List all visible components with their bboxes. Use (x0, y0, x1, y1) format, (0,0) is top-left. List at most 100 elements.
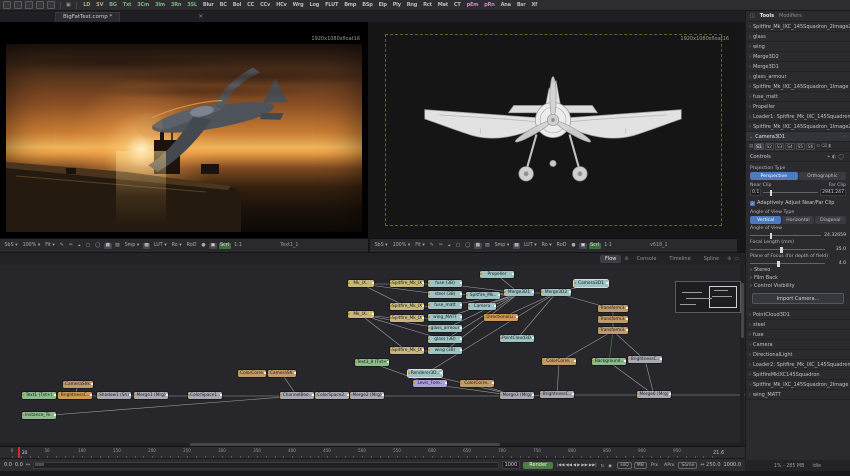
toggle-aprx[interactable]: APrx (662, 463, 676, 468)
global-end-field[interactable]: 1000.0 (724, 462, 742, 468)
focal-slider[interactable] (750, 249, 825, 250)
controls-tab-icons[interactable]: ⌖◐◯ (827, 154, 846, 160)
flow-node-colorcorre-[interactable]: ColorCorre.. (238, 370, 266, 377)
version-s1[interactable]: S1 (754, 143, 763, 150)
window-icon[interactable] (14, 1, 22, 9)
viewer-tool[interactable]: Ro ▾ (170, 243, 183, 249)
diagonal-button[interactable]: Diagonal (815, 216, 846, 224)
toolbar-tool-bmp[interactable]: Bmp (343, 2, 358, 8)
flow-node-camera3d1[interactable]: Camera3D1 (574, 280, 608, 287)
flow-node-merge2-mrg-[interactable]: Merge2 (Mrg) (350, 392, 384, 399)
viewer-tool[interactable]: RoD (185, 243, 198, 249)
header-icon[interactable]: ⌫ (821, 144, 827, 149)
tool-row-propeller[interactable]: ›Propeller (746, 102, 850, 112)
viewer-tool[interactable]: RoD (555, 243, 568, 249)
viewer-tool[interactable]: SbS ▾ (3, 243, 19, 249)
toolbar-tool-flut[interactable]: FLUT (324, 2, 340, 8)
viewer-tool[interactable]: 100% ▾ (21, 243, 42, 249)
window-icon[interactable] (3, 1, 11, 9)
toggle-prx[interactable]: Prx (649, 463, 660, 468)
section-stereo[interactable]: ›Stereo (750, 266, 846, 274)
viewer-tool[interactable]: ✑ (437, 243, 444, 249)
flow-node-instance-te-[interactable]: Instance_Te.. (22, 412, 56, 419)
version-s6[interactable]: S6 (806, 143, 815, 150)
flow-node-mk-ix-[interactable]: Mk_IX.. (348, 311, 374, 318)
header-icon[interactable]: ▮ (828, 144, 830, 149)
clip-slider[interactable] (763, 192, 818, 193)
toolbar-tool-bg[interactable]: BG (108, 2, 119, 8)
render-start-field[interactable]: 0.0 (15, 462, 23, 468)
toolbar-tool-xf[interactable]: Xf (530, 2, 539, 8)
orthographic-button[interactable]: Orthographic (799, 172, 847, 180)
flow-node-wing-3b-[interactable]: wing (3B) (428, 347, 462, 354)
tab-close-icon[interactable]: × (198, 13, 203, 20)
tool-row-wing-matt[interactable]: ›wing_MATT (746, 390, 850, 400)
toolbar-tool-ld[interactable]: LD (82, 2, 92, 8)
pof-slider[interactable] (750, 263, 825, 264)
viewer-tool[interactable]: Ro ▾ (540, 243, 553, 249)
far-clip-input[interactable]: 2941.247 (820, 189, 846, 196)
flow-node-transform3-[interactable]: Transform3.. (598, 327, 628, 334)
timeline-scrollbar[interactable] (33, 462, 498, 469)
tool-row-fuse-matt[interactable]: ›fuse_matt (746, 92, 850, 102)
toolbar-tool-ply[interactable]: Ply (391, 2, 402, 8)
tool-row-spitfire-mk-ixc-145squadron-1image[interactable]: ›Spitfire_Mk_IXC_145Squadron_1Image (746, 82, 850, 92)
viewer-tool[interactable]: ▣ (579, 243, 587, 249)
pof-value[interactable]: 4.0 (828, 261, 846, 266)
lock-icon[interactable]: ▣ (66, 2, 71, 8)
tool-row-steel[interactable]: ›steel (746, 320, 850, 330)
flow-node-colorspace2-[interactable]: ColorSpace2.. (315, 392, 349, 399)
flow-node-brightnessc-[interactable]: BrightnessC.. (540, 391, 574, 398)
tool-row-spitfire-mk-ixc-145squadron-2image[interactable]: ›Spitfire_Mk_IXC_145Squadron_2Image (746, 380, 850, 390)
workspace-tab-flow[interactable]: Flow (600, 255, 621, 263)
flow-node-fuse-matt[interactable]: fuse_matt (428, 302, 462, 309)
adaptive-clip-checkbox[interactable]: ✓ Adaptively Adjust Near/Far Clip (750, 200, 846, 206)
tool-row-directionallight[interactable]: ›DirectionalLight (746, 350, 850, 360)
viewer-left[interactable]: 1920x1080sfloat16 (0, 22, 368, 238)
viewer-tool[interactable]: ✑ (67, 243, 74, 249)
flow-node-glass-3b-[interactable]: glass (3B) (428, 336, 462, 343)
section-control-visibility[interactable]: ›Control Visibility (750, 282, 846, 290)
viewer-tool[interactable]: Fit ▾ (414, 243, 427, 249)
flow-node-fuse-3b-[interactable]: fuse (3B) (428, 280, 462, 287)
flow-node-channelboo-[interactable]: ChannelBoo.. (280, 392, 314, 399)
flow-node-spitfire-mk-ix-[interactable]: Spitfire_Mk_IX.. (390, 303, 424, 310)
aov-value[interactable]: 24.32659 (824, 233, 846, 238)
tool-row-camera[interactable]: ›Camera (746, 340, 850, 350)
tool-row-merge3d2[interactable]: ›Merge3D2 (746, 52, 850, 62)
controls-tab-row[interactable]: Controls ⌖◐◯ (746, 152, 850, 162)
viewer-tool[interactable]: ▦ (474, 243, 482, 249)
viewer-tool[interactable]: ✎ (428, 243, 435, 249)
tool-row-glass[interactable]: ›glass (746, 32, 850, 42)
loop-button[interactable]: ↻ (600, 463, 605, 468)
flow-node-camerashk-[interactable]: CameraShk.. (63, 381, 93, 388)
toolbar-tool-sv[interactable]: SV (95, 2, 105, 8)
section-film-back[interactable]: ›Film Back (750, 274, 846, 282)
flow-node-glass-armour[interactable]: glass_armour (428, 325, 462, 332)
toolbar-tool-mat[interactable]: Mat (436, 2, 449, 8)
toolbar-tool-rct[interactable]: Rct (422, 2, 434, 8)
toolbar-tool-pem[interactable]: pEm (465, 2, 480, 8)
tool-row-loader1-spitfire-mk-ixc-145squadron-png[interactable]: ›Loader1: Spitfire_Mk_IXC_145Squadron_#.… (746, 112, 850, 122)
tab-modifiers[interactable]: Modifiers (779, 13, 802, 19)
flow-node-transform3-[interactable]: Transform3.. (598, 316, 628, 323)
viewer-tool[interactable]: ⌖ (76, 242, 82, 249)
toolbar-tool-blur[interactable]: Blur (201, 2, 215, 8)
toolbar-tool-elp[interactable]: Elp (377, 2, 388, 8)
viewer-tool[interactable]: Smp ▾ (493, 243, 511, 249)
viewer-tool[interactable]: ▩ (143, 243, 151, 249)
viewer-tool[interactable]: 1:1 (233, 243, 244, 249)
tab-tools[interactable]: Tools (760, 13, 774, 19)
render-button[interactable]: Render (523, 462, 553, 469)
viewer-tool[interactable]: ● (200, 243, 207, 249)
toolbar-tool-txt[interactable]: Txt (121, 2, 132, 8)
perspective-button[interactable]: Perspective (750, 172, 798, 180)
flow-node-wing-matt[interactable]: wing_MATT (428, 314, 462, 321)
tool-row-wing[interactable]: ›wing (746, 42, 850, 52)
flow-node-spitfire-mk-ix-[interactable]: Spitfire_Mk_IX.. (390, 315, 424, 322)
tool-row-spitfiremkixc145squadron[interactable]: ›SpitfireMkIXC145Squadron (746, 370, 850, 380)
viewer-tool[interactable]: ⌖ (446, 242, 452, 249)
viewer-tool[interactable]: Fit ▾ (44, 243, 57, 249)
import-camera-button[interactable]: Import Camera... (752, 293, 844, 304)
flow-node-colorspace1-[interactable]: ColorSpace1.. (188, 392, 222, 399)
